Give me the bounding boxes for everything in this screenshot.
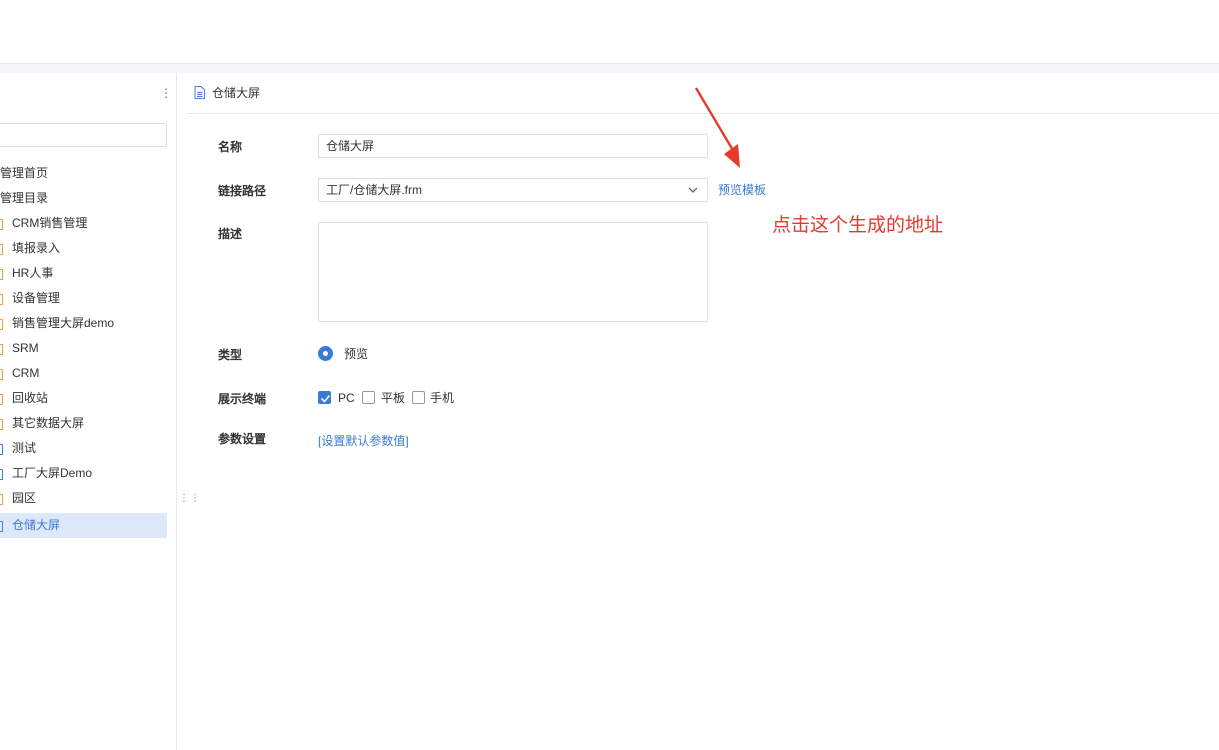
check-icon <box>320 394 331 403</box>
folder-icon <box>0 319 3 330</box>
name-input[interactable]: 仓储大屏 <box>318 134 708 158</box>
terminal-checkbox-tablet[interactable] <box>362 391 375 404</box>
set-default-params-link[interactable]: [设置默认参数值] <box>318 433 409 449</box>
tree-item-home[interactable]: 管理首页 <box>0 161 167 186</box>
tree-item-label: 工厂大屏Demo <box>12 466 93 480</box>
tree-item-fill-entry[interactable]: 填报录入 <box>0 236 167 261</box>
file-icon <box>0 444 3 455</box>
folder-icon <box>0 219 3 230</box>
folder-icon <box>0 244 3 255</box>
page-title: 仓储大屏 <box>212 86 261 100</box>
file-icon <box>0 521 3 532</box>
tree-item-label: 其它数据大屏 <box>12 416 85 430</box>
tree-item-label: 园区 <box>12 491 37 505</box>
document-icon <box>194 86 205 99</box>
tree-item-label: CRM <box>12 366 40 380</box>
tree-item-label: SRM <box>12 341 39 355</box>
params-label: 参数设置 <box>218 432 267 446</box>
path-label: 链接路径 <box>218 184 267 198</box>
description-label: 描述 <box>218 227 243 241</box>
tree-item-recycle-bin[interactable]: 回收站 <box>0 386 167 411</box>
file-icon <box>0 469 3 480</box>
tree-item-label: 填报录入 <box>12 241 61 255</box>
description-textarea[interactable] <box>318 222 708 322</box>
tree-item-label: 设备管理 <box>12 291 61 305</box>
tree-item-equipment[interactable]: 设备管理 <box>0 286 167 311</box>
folder-icon <box>0 494 3 505</box>
tree-item-label: 销售管理大屏demo <box>12 316 115 330</box>
tree-item-label: 管理首页 <box>0 166 49 180</box>
preview-template-link[interactable]: 预览模板 <box>718 182 766 198</box>
folder-icon <box>0 344 3 355</box>
annotation-text: 点击这个生成的地址 <box>772 215 944 236</box>
tree-item-warehouse-screen[interactable]: 仓储大屏 <box>0 513 167 538</box>
folder-icon <box>0 294 3 305</box>
tree-item-label: 管理目录 <box>0 191 49 205</box>
tree-item-hr[interactable]: HR人事 <box>0 261 167 286</box>
folder-icon <box>0 419 3 430</box>
name-label: 名称 <box>218 140 243 154</box>
type-label: 类型 <box>218 348 243 362</box>
terminal-option-label: PC <box>338 391 355 405</box>
sidebar: ⋮ 管理首页 管理目录 CRM销售管理 填报录入 HR人事 设备管理 销售管理大… <box>0 73 177 750</box>
top-bar <box>0 0 1219 22</box>
tree-item-factory-demo[interactable]: 工厂大屏Demo <box>0 461 167 486</box>
folder-icon <box>0 369 3 380</box>
tree-item-sales-screen-demo[interactable]: 销售管理大屏demo <box>0 311 167 336</box>
tree-item-test[interactable]: 测试 <box>0 436 167 461</box>
tree-item-label: 回收站 <box>12 391 49 405</box>
tree-item-label: CRM销售管理 <box>12 216 88 230</box>
type-option-label: 预览 <box>344 347 369 361</box>
divider <box>0 64 1219 73</box>
tree-item-label: HR人事 <box>12 266 54 280</box>
terminal-checkbox-pc[interactable] <box>318 391 331 404</box>
toolbar <box>0 22 1219 64</box>
path-select-value: 工厂/仓储大屏.frm <box>326 183 422 197</box>
type-radio-preview[interactable] <box>318 346 333 361</box>
tree-item-other-screens[interactable]: 其它数据大屏 <box>0 411 167 436</box>
annotation-arrow-icon <box>694 87 740 168</box>
path-select[interactable]: 工厂/仓储大屏.frm <box>318 178 708 202</box>
terminal-checkbox-phone[interactable] <box>412 391 425 404</box>
sidebar-search-input[interactable] <box>0 123 167 147</box>
tree-item-crm-sales[interactable]: CRM销售管理 <box>0 211 167 236</box>
folder-icon <box>0 269 3 280</box>
tree-item-catalog[interactable]: 管理目录 <box>0 186 167 211</box>
terminal-label: 展示终端 <box>218 392 267 406</box>
tree-item-label: 仓储大屏 <box>12 518 61 532</box>
folder-icon <box>0 394 3 405</box>
resize-handle[interactable]: ⋮⋮ <box>179 494 200 512</box>
tree-item-srm[interactable]: SRM <box>0 336 167 361</box>
terminal-option-label: 手机 <box>430 391 455 405</box>
more-vertical-icon[interactable]: ⋮ <box>160 86 172 100</box>
tree-item-park[interactable]: 园区 <box>0 486 167 511</box>
chevron-down-icon <box>688 187 698 193</box>
terminal-option-label: 平板 <box>381 391 406 405</box>
tree-item-crm[interactable]: CRM <box>0 361 167 386</box>
tree-item-label: 测试 <box>12 441 37 455</box>
